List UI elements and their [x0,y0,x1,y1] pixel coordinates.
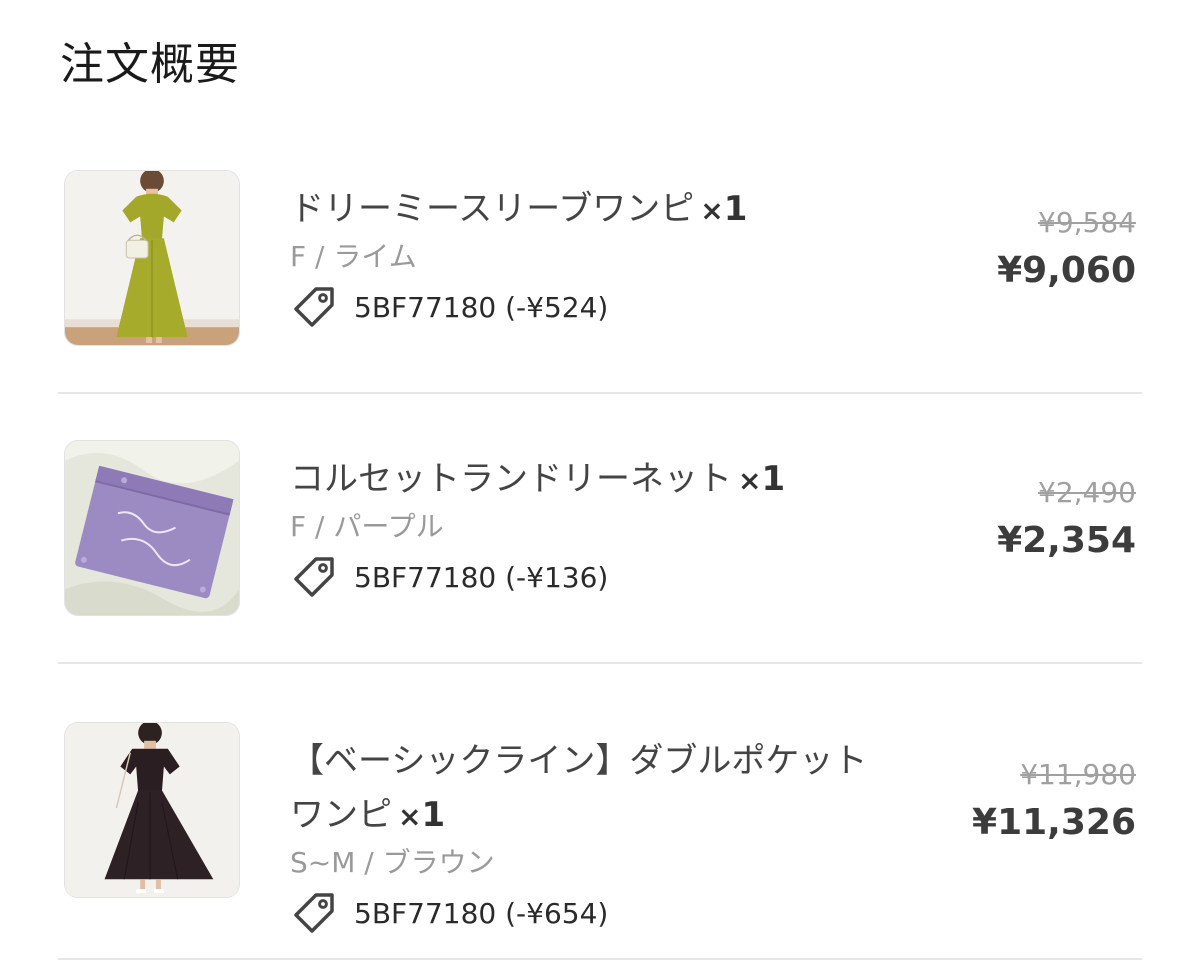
price-block: ¥2,490 ¥2,354 [876,476,1136,568]
product-thumbnail[interactable] [64,170,240,346]
coupon-code: 5BF77180 (-¥654) [354,896,609,930]
price-block: ¥9,584 ¥9,060 [876,206,1136,298]
item-name[interactable]: コルセットランドリーネット ×1 [290,440,970,508]
item-variant: S~M / ブラウン [290,846,495,879]
coupon-code: 5BF77180 (-¥524) [354,290,609,324]
item-variant: F / パープル [290,510,444,543]
order-summary-list: ドリーミースリーブワンピ ×1 F / ライム 5BF77180 (-¥524) … [0,0,1200,963]
lime-dress-image [65,171,239,345]
tag-icon [294,557,334,597]
item-variant: F / ライム [290,240,417,273]
item-info: ドリーミースリーブワンピ ×1 F / ライム 5BF77180 (-¥524) [290,170,970,332]
item-name[interactable]: 【ベーシックライン】ダブルポケット ワンピ ×1 [290,722,970,844]
original-price: ¥9,584 [1038,206,1136,239]
brown-dress-image [65,723,239,897]
final-price: ¥2,354 [997,520,1136,561]
divider [58,958,1142,960]
original-price: ¥11,980 [1020,758,1136,791]
final-price: ¥9,060 [997,250,1136,291]
tag-icon [294,893,334,933]
coupon-row: 5BF77180 (-¥654) [290,888,970,938]
item-info: 【ベーシックライン】ダブルポケット ワンピ ×1 S~M / ブラウン 5BF771… [290,722,970,938]
coupon-code: 5BF77180 (-¥136) [354,560,609,594]
item-name[interactable]: ドリーミースリーブワンピ ×1 [290,170,970,238]
divider [58,392,1142,394]
price-block: ¥11,980 ¥11,326 [876,758,1136,850]
coupon-row: 5BF77180 (-¥136) [290,552,970,602]
product-thumbnail[interactable] [64,722,240,898]
coupon-row: 5BF77180 (-¥524) [290,282,970,332]
divider [58,662,1142,664]
product-thumbnail[interactable] [64,440,240,616]
tag-icon [294,287,334,327]
purple-laundry-net-image [65,441,239,615]
final-price: ¥11,326 [972,802,1136,843]
item-info: コルセットランドリーネット ×1 F / パープル 5BF77180 (-¥136… [290,440,970,602]
original-price: ¥2,490 [1038,476,1136,509]
